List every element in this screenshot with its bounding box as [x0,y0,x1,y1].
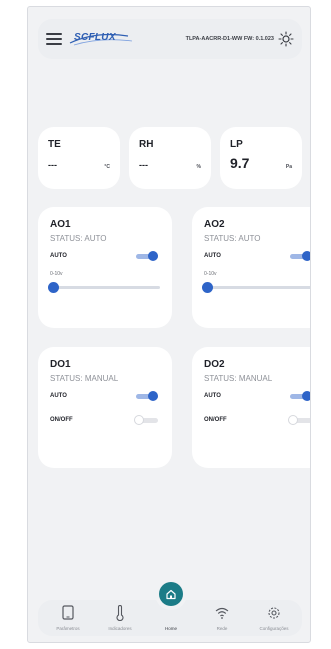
sensor-value: 9.7 [230,155,250,171]
auto-label: AUTO [204,393,221,399]
auto-toggle[interactable] [288,251,310,261]
analog-card-ao1: AO1 STATUS: AUTO AUTO 0-10v [38,207,172,328]
thermometer-icon [116,605,124,621]
sensor-card-lp: LP 9.7 Pa [220,127,302,189]
slider-thumb[interactable] [202,282,213,293]
analog-card-ao2: AO2 STATUS: AUTO AUTO 0-10v [192,207,310,328]
auto-label: AUTO [204,253,221,259]
output-name: AO2 [204,219,225,230]
sensor-card-rh: RH --- % [129,127,211,189]
auto-label: AUTO [50,253,67,259]
nav-item-parametros[interactable]: Parâmetros [42,600,94,636]
auto-toggle[interactable] [288,391,310,401]
output-name: DO2 [204,359,225,370]
app-header: SCFLUX TLPA-AACRR-D1-WW FW: 0.1.023 [38,19,302,59]
sensor-title: LP [230,139,243,150]
output-status: STATUS: MANUAL [204,374,273,383]
brand-logo: SCFLUX [66,29,136,49]
auto-toggle[interactable] [134,251,160,261]
device-info: TLPA-AACRR-D1-WW FW: 0.1.023 [185,36,274,42]
nav-label: Parâmetros [56,626,80,631]
nav-item-rede[interactable]: Rede [196,600,248,636]
sensor-unit: % [196,164,201,170]
bottom-nav: Parâmetros Indicadores Home Rede Configu… [38,582,302,636]
sensor-unit: °C [104,164,110,170]
auto-label: AUTO [50,393,67,399]
nav-item-indicadores[interactable]: Indicadores [94,600,146,636]
theme-sun-icon[interactable] [278,31,294,47]
sensor-card-te: TE --- °C [38,127,120,189]
logo-text: SCFLUX [74,32,116,43]
digital-card-do2: DO2 STATUS: MANUAL AUTO ON/OFF [192,347,310,468]
nav-item-home[interactable]: Home [145,600,197,636]
sensor-title: TE [48,139,61,150]
nav-label: Indicadores [108,626,132,631]
onoff-toggle[interactable] [288,415,310,425]
output-name: AO1 [50,219,71,230]
output-status: STATUS: MANUAL [50,374,119,383]
range-label: 0-10v [204,271,217,277]
sensor-value: --- [48,160,57,170]
nav-label: Configurações [259,626,289,631]
home-icon [166,589,176,600]
nav-label: Rede [216,626,228,631]
gear-icon [268,607,280,619]
output-status: STATUS: AUTO [50,234,107,243]
onoff-toggle[interactable] [134,415,160,425]
output-status: STATUS: AUTO [204,234,261,243]
range-label: 0-10v [50,271,63,277]
sensor-value: --- [139,160,148,170]
onoff-label: ON/OFF [50,417,73,423]
slider-thumb[interactable] [48,282,59,293]
output-slider[interactable] [48,281,160,293]
nav-item-configuracoes[interactable]: Configurações [248,600,300,636]
menu-icon[interactable] [46,33,62,45]
sensor-unit: Pa [285,164,292,170]
app-frame: SCFLUX TLPA-AACRR-D1-WW FW: 0.1.023 TE -… [27,6,311,643]
digital-card-do1: DO1 STATUS: MANUAL AUTO ON/OFF [38,347,172,468]
auto-toggle[interactable] [134,391,160,401]
onoff-label: ON/OFF [204,417,227,423]
tablet-icon [62,605,74,620]
nav-label: Home [164,626,177,631]
wifi-icon [215,607,229,619]
sensor-title: RH [139,139,154,150]
output-name: DO1 [50,359,71,370]
output-slider[interactable] [202,281,310,293]
